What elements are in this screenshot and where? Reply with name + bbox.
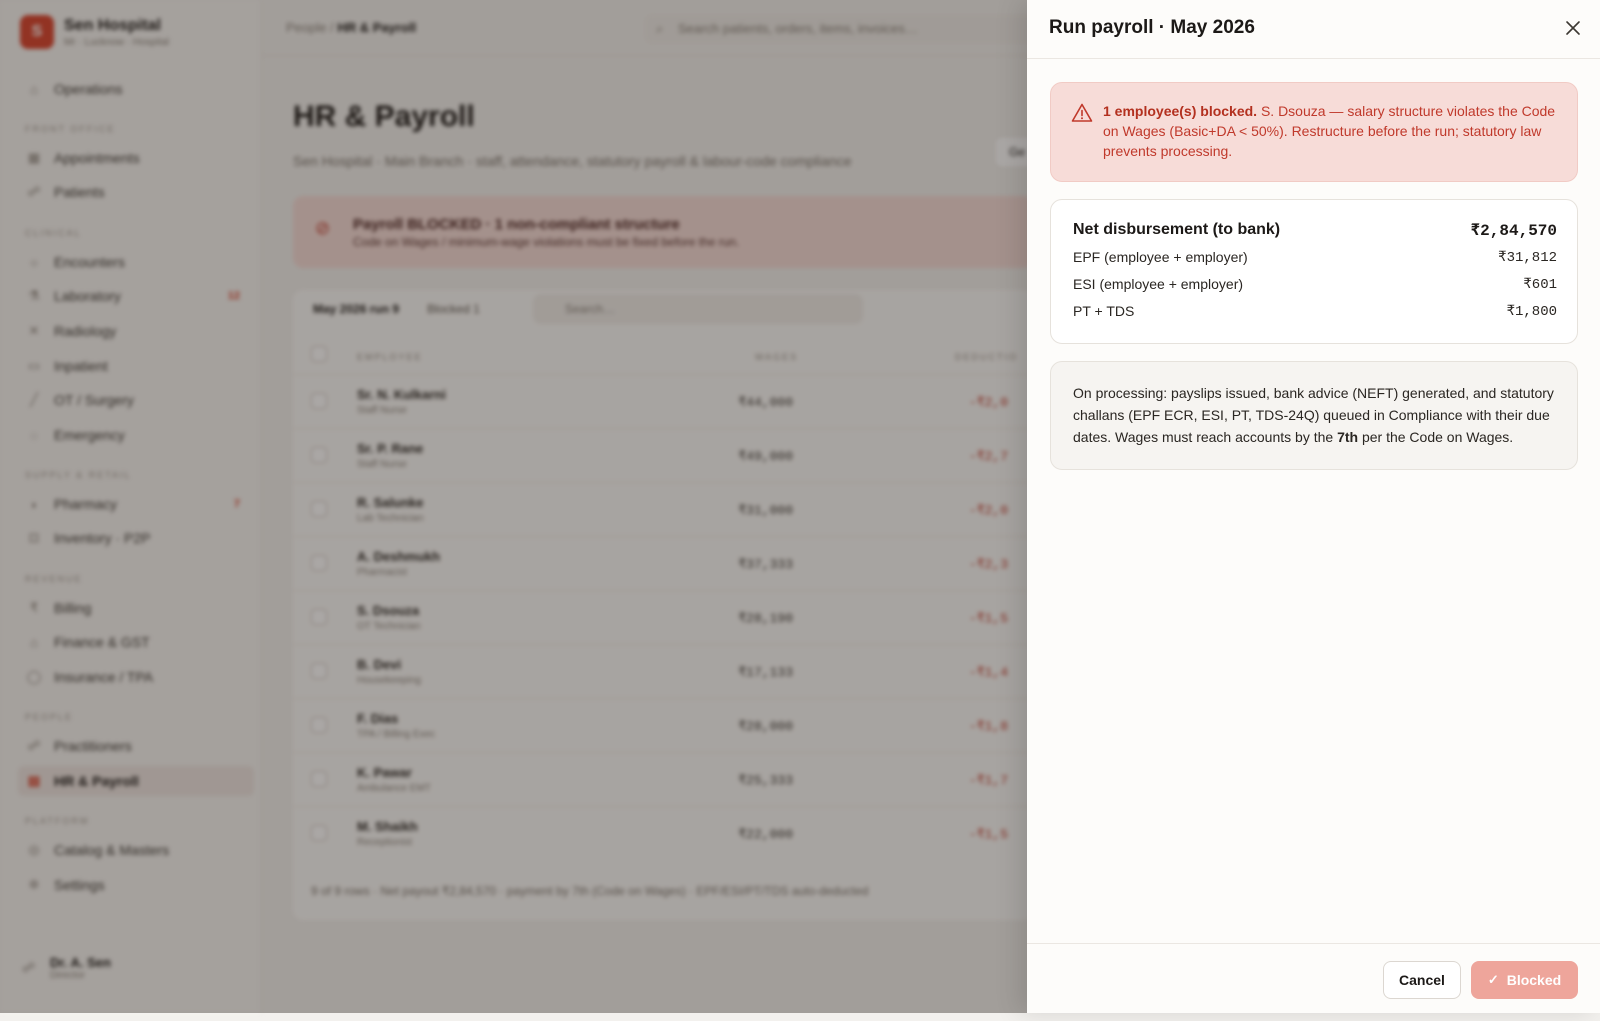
alert-message: 1 employee(s) blocked. S. Dsouza — salar… [1103, 101, 1559, 161]
check-icon: ✓ [1487, 972, 1499, 987]
processing-note: On processing: payslips issued, bank adv… [1050, 361, 1578, 470]
cancel-button[interactable]: Cancel [1383, 961, 1461, 999]
total-row-epf: EPF (employee + employer) ₹31,812 [1073, 247, 1557, 267]
run-payroll-drawer: Run payroll · May 2026 1 employee(s) blo… [1027, 0, 1600, 1013]
total-value: ₹31,812 [1498, 249, 1557, 266]
total-value: ₹1,800 [1506, 303, 1557, 320]
total-label: PT + TDS [1073, 303, 1135, 319]
total-row-pt-tds: PT + TDS ₹1,800 [1073, 301, 1557, 321]
note-due-day: 7th [1337, 429, 1359, 445]
blocked-run-button[interactable]: ✓ Blocked [1471, 961, 1578, 999]
note-text-end: per the Code on Wages. [1358, 429, 1514, 445]
drawer-footer: Cancel ✓ Blocked [1027, 943, 1600, 1013]
blocked-button-label: Blocked [1506, 972, 1562, 988]
total-label: Net disbursement (to bank) [1073, 221, 1281, 238]
warning-triangle-icon [1071, 103, 1093, 122]
alert-bold: 1 employee(s) blocked. [1103, 103, 1258, 119]
total-label: ESI (employee + employer) [1073, 276, 1244, 292]
blocked-employee-alert: 1 employee(s) blocked. S. Dsouza — salar… [1050, 82, 1578, 182]
payroll-totals-card: Net disbursement (to bank) ₹2,84,570 EPF… [1050, 199, 1578, 344]
total-value: ₹601 [1523, 276, 1557, 293]
total-value: ₹2,84,570 [1470, 222, 1557, 240]
drawer-header: Run payroll · May 2026 [1027, 0, 1600, 59]
drawer-title: Run payroll · May 2026 [1049, 17, 1255, 38]
total-row-net-disbursement: Net disbursement (to bank) ₹2,84,570 [1073, 220, 1557, 240]
total-label: EPF (employee + employer) [1073, 249, 1248, 265]
close-button[interactable] [1559, 14, 1587, 42]
processing-note-text: On processing: payslips issued, bank adv… [1073, 382, 1559, 448]
total-row-esi: ESI (employee + employer) ₹601 [1073, 274, 1557, 294]
close-icon [1566, 21, 1580, 35]
